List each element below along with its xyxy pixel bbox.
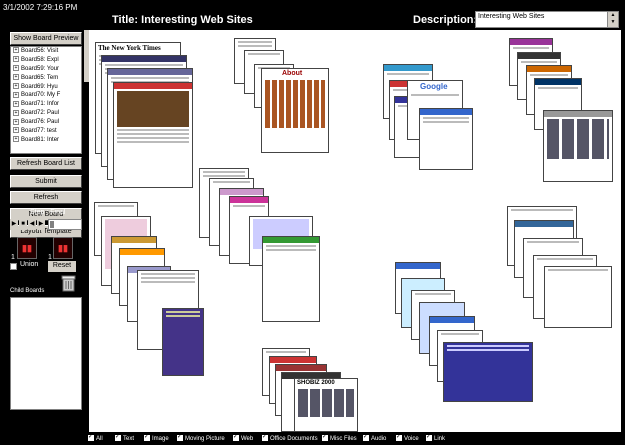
- checkbox-icon[interactable]: [322, 433, 328, 441]
- about-logo: About: [282, 70, 303, 77]
- tree-item[interactable]: + Board71: Infor: [11, 100, 81, 109]
- timestamp: 3/1/2002 7:29:16 PM: [3, 3, 78, 12]
- web-page-thumbnail[interactable]: [543, 110, 613, 182]
- filter-misc-files[interactable]: Misc Files: [322, 433, 357, 442]
- spin-right[interactable]: ▮▮: [53, 237, 73, 259]
- checkbox-icon[interactable]: [144, 433, 150, 441]
- union-label: Union: [20, 261, 39, 268]
- tree-item[interactable]: + Board76: Paul: [11, 118, 81, 127]
- step-back-icon[interactable]: ◀: [28, 219, 36, 230]
- tree-item[interactable]: + Board65: Tem: [11, 74, 81, 83]
- trash-icon[interactable]: [61, 275, 76, 292]
- google-logo: Google: [420, 82, 448, 91]
- expand-icon[interactable]: +: [13, 65, 19, 72]
- checkbox-icon[interactable]: [88, 433, 94, 441]
- expand-icon[interactable]: +: [13, 136, 19, 143]
- board-canvas[interactable]: The New York Times About Google SHOBIZ 2…: [89, 30, 621, 432]
- refresh-board-list-button[interactable]: Refresh Board List: [10, 157, 82, 170]
- web-page-thumbnail[interactable]: [262, 236, 320, 322]
- stop-icon[interactable]: ■: [19, 219, 27, 230]
- refresh-button[interactable]: Refresh: [10, 191, 82, 204]
- slider-thumb[interactable]: [50, 221, 54, 228]
- tree-item[interactable]: + Board56: Visit: [11, 47, 81, 56]
- spin-left-digit: ▮▮: [22, 243, 32, 253]
- expand-icon[interactable]: +: [13, 82, 19, 89]
- web-page-thumbnail[interactable]: [443, 342, 533, 402]
- step-label: Step : Final: [30, 209, 66, 216]
- tree-item[interactable]: + Board77: test: [11, 127, 81, 136]
- filter-moving-picture[interactable]: Moving Picture: [177, 433, 225, 442]
- tree-item[interactable]: + Board58: Expl: [11, 56, 81, 65]
- expand-icon[interactable]: +: [13, 118, 19, 125]
- filter-web[interactable]: Web: [233, 433, 253, 442]
- checkbox-icon[interactable]: [233, 433, 239, 441]
- child-boards-list[interactable]: [10, 297, 82, 410]
- show-board-preview-button[interactable]: Show Board Preview: [10, 32, 82, 45]
- expand-icon[interactable]: +: [13, 56, 19, 63]
- expand-icon[interactable]: +: [13, 127, 19, 134]
- web-page-thumbnail[interactable]: [113, 82, 193, 188]
- description-scrollbar[interactable]: ▲ ▼: [607, 12, 618, 27]
- spin-right-digit: ▮▮: [58, 243, 68, 253]
- media-filter-legend: All Text Image Moving Picture Web Office…: [0, 432, 625, 445]
- checkbox-icon[interactable]: [363, 433, 369, 441]
- description-label: Description:: [413, 14, 478, 26]
- web-page-thumbnail[interactable]: [162, 308, 204, 376]
- step-forward-icon[interactable]: ▶: [37, 219, 45, 230]
- checkbox-icon[interactable]: [177, 433, 183, 441]
- tree-item[interactable]: + Board59: Your: [11, 65, 81, 74]
- filter-all[interactable]: All: [88, 433, 103, 442]
- expand-icon[interactable]: +: [13, 109, 19, 116]
- tree-item[interactable]: + Board70: My F: [11, 91, 81, 100]
- web-page-thumbnail[interactable]: [544, 266, 612, 328]
- child-boards-label: Child Boards: [10, 288, 45, 294]
- filter-link[interactable]: Link: [426, 433, 445, 442]
- filter-voice[interactable]: Voice: [396, 433, 419, 442]
- filter-text[interactable]: Text: [115, 433, 134, 442]
- expand-icon[interactable]: +: [13, 91, 19, 98]
- board-title: Title: Interesting Web Sites: [112, 14, 253, 26]
- union-checkbox[interactable]: [10, 263, 17, 270]
- spin-left[interactable]: ▮▮: [17, 237, 37, 259]
- step-controls: ▶ ■ ◀ ▶: [10, 219, 82, 230]
- top-bar: 3/1/2002 7:29:16 PM Title: Interesting W…: [0, 0, 625, 30]
- checkbox-icon[interactable]: [426, 433, 432, 441]
- filter-image[interactable]: Image: [144, 433, 169, 442]
- board-tree[interactable]: + Board56: Visit + Board58: Expl + Board59:…: [10, 46, 82, 154]
- step-slider[interactable]: [48, 219, 82, 230]
- expand-icon[interactable]: +: [13, 47, 19, 54]
- checkbox-icon[interactable]: [115, 433, 121, 441]
- submit-button[interactable]: Submit: [10, 175, 82, 188]
- nyt-masthead: The New York Times: [98, 44, 161, 52]
- web-page-thumbnail[interactable]: About: [261, 68, 329, 153]
- reset-button[interactable]: Reset: [48, 261, 76, 272]
- tree-item[interactable]: + Board81: Inter: [11, 136, 81, 145]
- expand-icon[interactable]: +: [13, 100, 19, 107]
- play-icon[interactable]: ▶: [10, 219, 18, 230]
- checkbox-icon[interactable]: [396, 433, 402, 441]
- scroll-down-icon[interactable]: ▼: [608, 19, 618, 26]
- filter-office-documents[interactable]: Office Documents: [262, 433, 318, 442]
- spin-left-value: 1: [11, 254, 15, 261]
- description-field[interactable]: Interesting Web Sites: [475, 11, 619, 28]
- spin-right-value: 1: [48, 254, 52, 261]
- web-page-thumbnail[interactable]: [419, 108, 473, 170]
- showbiz-header: SHOBIZ 2000: [297, 380, 335, 386]
- scroll-up-icon[interactable]: ▲: [608, 12, 618, 19]
- checkbox-icon[interactable]: [262, 433, 268, 441]
- expand-icon[interactable]: +: [13, 74, 19, 81]
- filter-audio[interactable]: Audio: [363, 433, 386, 442]
- tree-item[interactable]: + Board69: Hyu: [11, 82, 81, 92]
- tree-item[interactable]: + Board72: Paul: [11, 109, 81, 118]
- web-page-thumbnail[interactable]: SHOBIZ 2000: [294, 378, 358, 432]
